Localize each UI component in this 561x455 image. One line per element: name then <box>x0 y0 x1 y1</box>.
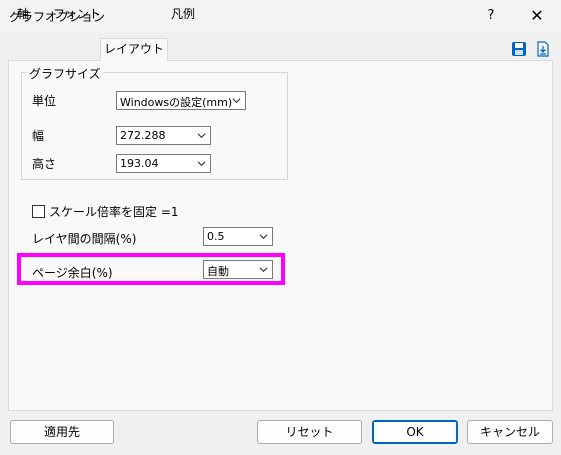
tab-font[interactable]: フォント <box>52 4 102 24</box>
height-select[interactable]: 193.04 <box>116 154 211 173</box>
unit-label: 単位 <box>32 94 57 108</box>
chevron-down-icon <box>259 234 268 240</box>
tab-layout[interactable]: レイアウト <box>100 38 168 61</box>
close-button[interactable]: ✕ <box>520 0 554 32</box>
save-icon[interactable] <box>511 41 527 57</box>
import-icon[interactable] <box>535 41 551 57</box>
height-label: 高さ <box>32 157 57 171</box>
page-margin-highlight <box>17 253 285 285</box>
reset-button[interactable]: リセット <box>257 420 362 444</box>
chevron-down-icon <box>197 133 206 139</box>
ok-button[interactable]: OK <box>372 420 458 444</box>
help-button[interactable]: ? <box>476 0 506 32</box>
graph-size-group: グラフサイズ 単位 Windowsの設定(mm) 幅 272.288 高さ 19… <box>21 65 288 180</box>
tab-legend[interactable]: 凡例 <box>166 4 200 24</box>
height-select-value: 193.04 <box>120 157 159 170</box>
scale-fixed-label: スケール倍率を固定 =1 <box>49 205 179 219</box>
width-select[interactable]: 272.288 <box>116 126 211 145</box>
layer-spacing-label: レイヤ間の間隔(%) <box>32 232 137 246</box>
scale-fixed-checkbox[interactable] <box>32 205 45 218</box>
cancel-button[interactable]: キャンセル <box>467 420 553 444</box>
graph-size-legend: グラフサイズ <box>27 65 103 82</box>
tab-axis[interactable]: 軸 <box>12 4 34 24</box>
width-select-value: 272.288 <box>120 129 166 142</box>
chevron-down-icon <box>232 98 241 104</box>
layer-spacing-value: 0.5 <box>207 230 225 243</box>
apply-to-button[interactable]: 適用先 <box>10 420 114 444</box>
unit-select-value: Windowsの設定(mm) <box>120 96 233 109</box>
layout-panel: グラフサイズ 単位 Windowsの設定(mm) 幅 272.288 高さ 19… <box>8 60 553 411</box>
layer-spacing-select[interactable]: 0.5 <box>203 227 273 246</box>
width-label: 幅 <box>32 129 45 143</box>
chevron-down-icon <box>197 161 206 167</box>
unit-select[interactable]: Windowsの設定(mm) <box>116 91 246 110</box>
